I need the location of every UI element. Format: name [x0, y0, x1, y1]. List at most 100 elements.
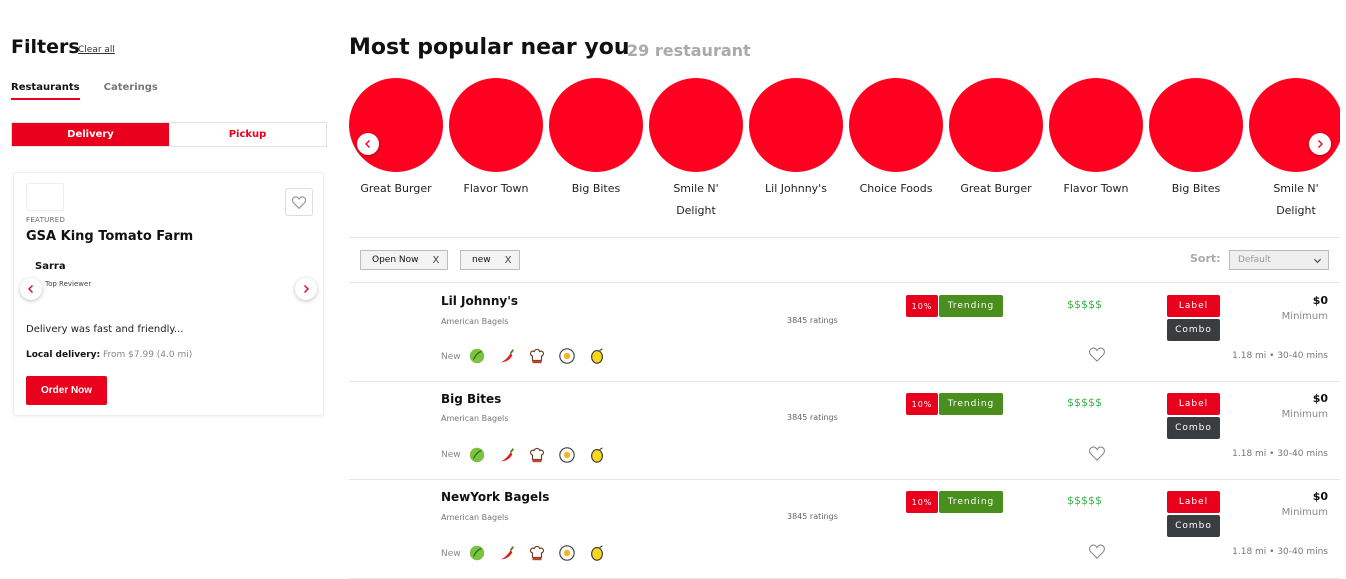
- minimum-label: Minimum: [1281, 311, 1328, 322]
- carousel-image: [649, 78, 743, 172]
- carousel-item[interactable]: Lil Johnny's: [746, 78, 846, 200]
- distance-time: 1.18 mi • 30-40 mins: [1232, 449, 1328, 459]
- egg-icon: [557, 543, 576, 562]
- filter-chip: new X: [460, 250, 521, 270]
- pickup-button[interactable]: Pickup: [169, 123, 326, 146]
- label-badge: Label: [1167, 393, 1220, 415]
- carousel-item[interactable]: Big Bites: [1146, 78, 1246, 200]
- carousel-item[interactable]: Choice Foods: [846, 78, 946, 200]
- restaurant-ratings: 3845 ratings: [787, 316, 838, 325]
- delivery-mode-toggle: Delivery Pickup: [11, 122, 327, 147]
- local-delivery: Local delivery: From $7.99 (4.0 mi): [26, 350, 192, 360]
- trending-badge: Trending: [939, 295, 1003, 317]
- restaurant-row[interactable]: NewYork Bagels American Bagels 3845 rati…: [349, 480, 1340, 578]
- carousel-item[interactable]: Flavor Town: [446, 78, 546, 200]
- review-prev-button[interactable]: [20, 278, 42, 300]
- carousel-item-label: Choice Foods: [859, 182, 933, 195]
- restaurant-row[interactable]: Big Bites American Bagels 3845 ratings 1…: [349, 382, 1340, 480]
- featured-logo: [26, 183, 64, 211]
- carousel-item-label: Flavor Town: [1063, 182, 1129, 195]
- chip-label: new: [472, 255, 491, 265]
- main-content: Most popular near you 29 restaurant Grea…: [349, 0, 1340, 579]
- lemon-icon: [587, 445, 606, 464]
- discount-badge: 10%: [906, 491, 938, 513]
- clear-all-link[interactable]: Clear all: [78, 45, 115, 55]
- combo-badge: Combo: [1167, 417, 1220, 439]
- discount-badge: 10%: [906, 295, 938, 317]
- heart-icon: [292, 195, 306, 209]
- tab-caterings[interactable]: Caterings: [104, 82, 158, 100]
- heart-icon: [1089, 446, 1105, 461]
- filters-title: Filters: [11, 36, 80, 58]
- carousel-item[interactable]: Smile N' Delight: [646, 78, 746, 222]
- chip-remove-button[interactable]: X: [433, 255, 440, 266]
- popular-carousel: Great Burger Flavor Town Big Bites Smile…: [349, 78, 1340, 228]
- leaf-icon: [467, 346, 486, 365]
- discount-badge: 10%: [906, 393, 938, 415]
- favorite-button[interactable]: [1089, 446, 1105, 465]
- restaurant-name[interactable]: NewYork Bagels: [441, 490, 549, 504]
- carousel-image: [849, 78, 943, 172]
- carousel-item[interactable]: Big Bites: [546, 78, 646, 200]
- restaurant-ratings: 3845 ratings: [787, 413, 838, 422]
- restaurant-name[interactable]: Big Bites: [441, 392, 501, 406]
- local-delivery-label: Local delivery:: [26, 350, 101, 360]
- reviewer-role: Top Reviewer: [45, 280, 92, 288]
- chip-remove-button[interactable]: X: [505, 255, 512, 266]
- chef-hat-icon: [527, 543, 546, 562]
- favorite-button[interactable]: [1089, 347, 1105, 366]
- carousel-item-label: Big Bites: [1171, 182, 1221, 195]
- carousel-image: [949, 78, 1043, 172]
- trending-badge: Trending: [939, 393, 1003, 415]
- price-level: $$$$$: [1067, 298, 1102, 311]
- minimum-label: Minimum: [1281, 409, 1328, 420]
- restaurant-row[interactable]: Lil Johnny's American Bagels 3845 rating…: [349, 283, 1340, 381]
- dietary-icons: [467, 543, 606, 562]
- carousel-item[interactable]: Flavor Town: [1046, 78, 1146, 200]
- filter-tabs: Restaurants Caterings: [11, 82, 182, 100]
- featured-favorite-button[interactable]: [285, 188, 313, 216]
- lemon-icon: [587, 346, 606, 365]
- new-tag: New: [441, 352, 461, 362]
- egg-icon: [557, 346, 576, 365]
- carousel-image: [1049, 78, 1143, 172]
- filter-chip: Open Now X: [360, 250, 449, 270]
- carousel-item-label: Smile N' Delight: [1273, 182, 1319, 217]
- carousel-next-button[interactable]: [1309, 133, 1331, 155]
- label-badge: Label: [1167, 295, 1220, 317]
- price-level: $$$$$: [1067, 396, 1102, 409]
- dietary-icons: [467, 445, 606, 464]
- order-now-button[interactable]: Order Now: [26, 376, 107, 405]
- carousel-item-label: Smile N' Delight: [673, 182, 719, 217]
- chili-icon: [497, 445, 516, 464]
- tab-restaurants[interactable]: Restaurants: [11, 82, 80, 100]
- restaurant-count: 29 restaurant: [627, 41, 751, 60]
- chevron-left-icon: [365, 140, 370, 148]
- reviewer-name: Sarra: [35, 261, 66, 272]
- minimum-value: $0: [1312, 392, 1328, 405]
- sort-value: Default: [1238, 255, 1271, 265]
- dietary-icons: [467, 346, 606, 365]
- page-title: Most popular near you: [349, 35, 630, 60]
- restaurant-ratings: 3845 ratings: [787, 512, 838, 521]
- combo-badge: Combo: [1167, 319, 1220, 341]
- featured-card: FEATURED GSA King Tomato Farm Sarra Top …: [13, 172, 324, 416]
- label-badge: Label: [1167, 491, 1220, 513]
- sort-dropdown[interactable]: Default: [1229, 250, 1329, 270]
- review-next-button[interactable]: [295, 278, 317, 300]
- new-tag: New: [441, 549, 461, 559]
- featured-tag: FEATURED: [26, 216, 66, 224]
- carousel-item[interactable]: Great Burger: [946, 78, 1046, 200]
- combo-badge: Combo: [1167, 515, 1220, 537]
- carousel-item-label: Big Bites: [571, 182, 621, 195]
- carousel-image: [1249, 78, 1340, 172]
- restaurant-name[interactable]: Lil Johnny's: [441, 294, 518, 308]
- carousel-item-label: Great Burger: [960, 182, 1032, 195]
- carousel-item-label: Lil Johnny's: [765, 182, 827, 195]
- local-delivery-value: From $7.99 (4.0 mi): [103, 350, 193, 360]
- favorite-button[interactable]: [1089, 544, 1105, 563]
- chevron-down-icon: [1313, 258, 1322, 264]
- egg-icon: [557, 445, 576, 464]
- carousel-prev-button[interactable]: [357, 133, 379, 155]
- delivery-button[interactable]: Delivery: [12, 123, 169, 146]
